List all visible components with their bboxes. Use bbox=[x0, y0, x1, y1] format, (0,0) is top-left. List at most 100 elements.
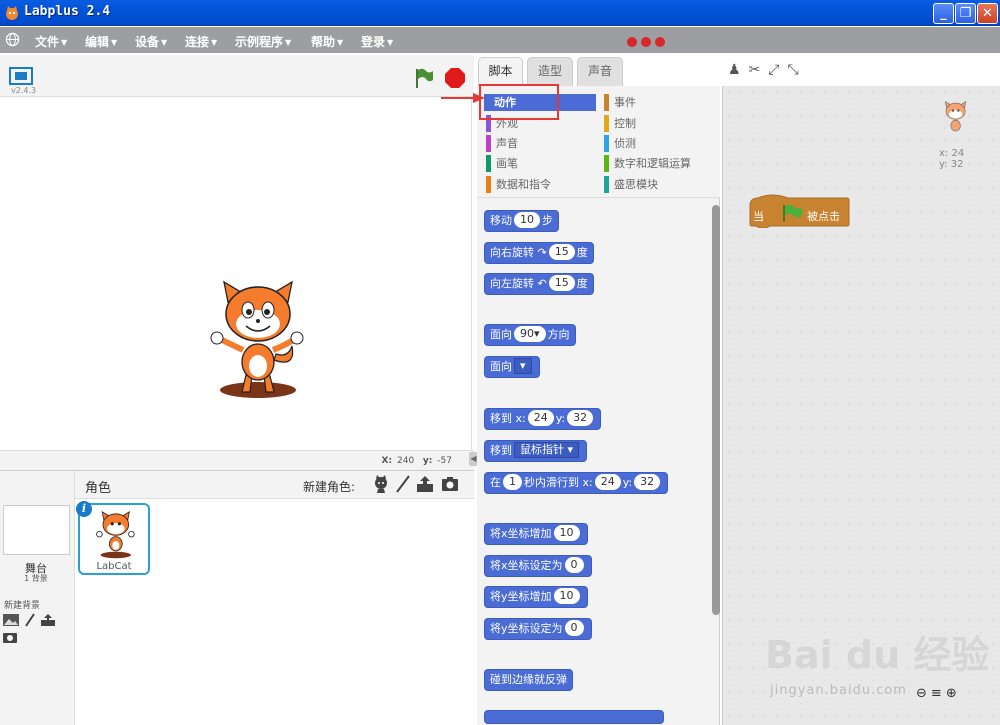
watermark-url: jingyan.baidu.com bbox=[770, 683, 907, 698]
goto-x-input[interactable]: 24 bbox=[527, 410, 554, 426]
upload-icon[interactable] bbox=[40, 613, 56, 627]
category-labplus-modules-label: 盛思模块 bbox=[614, 178, 658, 191]
change-x-input[interactable]: 10 bbox=[553, 525, 580, 541]
block-change-x[interactable]: 将x坐标增加 10 bbox=[484, 523, 588, 545]
category-pen-label: 画笔 bbox=[496, 157, 518, 170]
tab-costumes[interactable]: 造型 bbox=[527, 57, 573, 86]
version-label: v2.4.3 bbox=[11, 86, 37, 95]
menu-connect[interactable]: 连接 ▼ bbox=[185, 33, 217, 50]
category-sound[interactable]: 声音 bbox=[486, 135, 596, 152]
category-labplus-modules[interactable]: 盛思模块 bbox=[604, 176, 714, 193]
zoom-in-icon[interactable]: ⊕ bbox=[946, 686, 961, 701]
block-turn-right[interactable]: 向右旋转 ↷ 15 度 bbox=[484, 242, 594, 264]
window-title: Labplus 2.4 bbox=[24, 4, 111, 19]
category-operators[interactable]: 数字和逻辑运算 bbox=[604, 155, 714, 172]
menu-edit-label: 编辑 bbox=[85, 35, 110, 49]
category-events[interactable]: 事件 bbox=[604, 94, 714, 111]
glide-x-input[interactable]: 24 bbox=[594, 474, 621, 490]
glide-y-input[interactable]: 32 bbox=[634, 474, 661, 490]
fullscreen-icon[interactable] bbox=[9, 67, 33, 85]
category-events-label: 事件 bbox=[614, 96, 636, 109]
cut-icon[interactable]: ✂ bbox=[749, 62, 769, 78]
sprite-library-icon[interactable] bbox=[372, 475, 390, 493]
menu-device[interactable]: 设备 ▼ bbox=[135, 33, 167, 50]
direction-dropdown[interactable]: 90▾ bbox=[514, 326, 546, 342]
sprite-x: x: 24 bbox=[939, 148, 965, 159]
zoom-controls: ⊖≡⊕ bbox=[916, 686, 961, 701]
stage-thumbnail[interactable] bbox=[3, 505, 70, 555]
block-point-towards[interactable]: 面向 ▾ bbox=[484, 356, 540, 378]
stop-icon[interactable] bbox=[444, 67, 466, 89]
minimize-button[interactable]: _ bbox=[933, 3, 954, 24]
menu-file[interactable]: 文件 ▼ bbox=[35, 33, 67, 50]
green-flag-icon[interactable] bbox=[413, 67, 435, 89]
block-set-y[interactable]: 将y坐标设定为 0 bbox=[484, 618, 592, 640]
menu-file-label: 文件 bbox=[35, 35, 60, 49]
palette-scrollbar[interactable] bbox=[712, 205, 720, 615]
menu-help[interactable]: 帮助 ▼ bbox=[311, 33, 343, 50]
menu-login[interactable]: 登录 ▼ bbox=[361, 33, 393, 50]
shrink-icon[interactable]: ⤡ bbox=[788, 62, 807, 78]
close-button[interactable]: ✕ bbox=[977, 3, 998, 24]
category-control[interactable]: 控制 bbox=[604, 115, 714, 132]
backdrop-count: 1 背景 bbox=[24, 574, 48, 583]
svg-text:Bai du 经验: Bai du 经验 bbox=[765, 633, 989, 677]
point-towards-dropdown[interactable]: ▾ bbox=[514, 358, 532, 374]
duplicate-icon[interactable]: ♟ bbox=[728, 62, 749, 78]
camera-sprite-icon[interactable] bbox=[441, 475, 459, 493]
block-change-y[interactable]: 将y坐标增加 10 bbox=[484, 586, 588, 608]
rotate-left-icon: ↶ bbox=[537, 277, 547, 290]
stage-selector[interactable]: 舞台 1 背景 新建背景 bbox=[0, 471, 75, 725]
tab-scripts[interactable]: 脚本 bbox=[478, 57, 523, 87]
globe-icon[interactable] bbox=[5, 32, 20, 47]
turn-left-degrees-input[interactable]: 15 bbox=[548, 275, 575, 291]
zoom-out-icon[interactable]: ⊖ bbox=[916, 686, 931, 701]
cursor-tools: ♟✂⤢⤡ bbox=[728, 62, 807, 78]
paint-sprite-icon[interactable] bbox=[394, 475, 412, 493]
block-set-x[interactable]: 将x坐标设定为 0 bbox=[484, 555, 592, 577]
zoom-reset-icon[interactable]: ≡ bbox=[931, 686, 946, 701]
stage-canvas[interactable] bbox=[0, 97, 472, 450]
grow-icon[interactable]: ⤢ bbox=[768, 62, 787, 78]
info-icon[interactable]: i bbox=[76, 501, 92, 517]
upload-sprite-icon[interactable] bbox=[416, 475, 434, 493]
set-x-input[interactable]: 0 bbox=[564, 557, 584, 573]
sprites-title: 角色 bbox=[85, 481, 112, 496]
steps-input[interactable]: 10 bbox=[514, 212, 540, 228]
block-turn-left[interactable]: 向左旋转 ↶ 15 度 bbox=[484, 273, 594, 295]
image-library-icon[interactable] bbox=[2, 613, 20, 627]
block-go-to-xy[interactable]: 移到 x: 24 y: 32 bbox=[484, 408, 602, 430]
hat-label-clicked: 被点击 bbox=[807, 210, 840, 223]
title-bar: Labplus 2.4 _ ❐ ✕ bbox=[0, 0, 1000, 26]
sprite-name: LabCat bbox=[96, 561, 132, 572]
rotate-right-icon: ↷ bbox=[537, 246, 547, 259]
camera-icon[interactable] bbox=[2, 630, 18, 644]
menu-examples[interactable]: 示例程序 ▼ bbox=[235, 33, 291, 50]
change-y-input[interactable]: 10 bbox=[553, 588, 580, 604]
goto-target-dropdown[interactable]: 鼠标指针 ▾ bbox=[514, 442, 580, 458]
red-arrow-annotation bbox=[441, 93, 485, 103]
mouse-y-value: -57 bbox=[437, 456, 452, 466]
block-point-in-direction[interactable]: 面向 90▾ 方向 bbox=[484, 324, 576, 346]
block-move-steps[interactable]: 移动 10 步 bbox=[484, 210, 559, 232]
maximize-button[interactable]: ❐ bbox=[955, 3, 976, 24]
block-partial[interactable] bbox=[484, 710, 664, 724]
new-sprite-label: 新建角色: bbox=[303, 480, 356, 494]
paint-brush-icon[interactable] bbox=[24, 613, 36, 627]
tab-sounds[interactable]: 声音 bbox=[577, 57, 623, 86]
block-bounce-on-edge[interactable]: 碰到边缘就反弹 bbox=[484, 669, 573, 691]
turn-right-degrees-input[interactable]: 15 bbox=[548, 244, 575, 260]
labcat-sprite[interactable] bbox=[206, 280, 306, 400]
menu-examples-label: 示例程序 bbox=[235, 35, 284, 49]
new-backdrop-tools bbox=[2, 613, 74, 647]
category-sensing[interactable]: 侦测 bbox=[604, 135, 714, 152]
mouse-x-label: X: bbox=[381, 456, 393, 466]
glide-seconds-input[interactable]: 1 bbox=[503, 474, 522, 490]
block-glide[interactable]: 在 1 秒内滑行到 x: 24 y: 32 bbox=[484, 472, 669, 494]
menu-edit[interactable]: 编辑 ▼ bbox=[85, 33, 117, 50]
set-y-input[interactable]: 0 bbox=[564, 620, 584, 636]
category-data[interactable]: 数据和指令 bbox=[486, 176, 596, 193]
category-pen[interactable]: 画笔 bbox=[486, 155, 596, 172]
goto-y-input[interactable]: 32 bbox=[567, 410, 594, 426]
block-go-to[interactable]: 移到 鼠标指针 ▾ bbox=[484, 440, 588, 462]
